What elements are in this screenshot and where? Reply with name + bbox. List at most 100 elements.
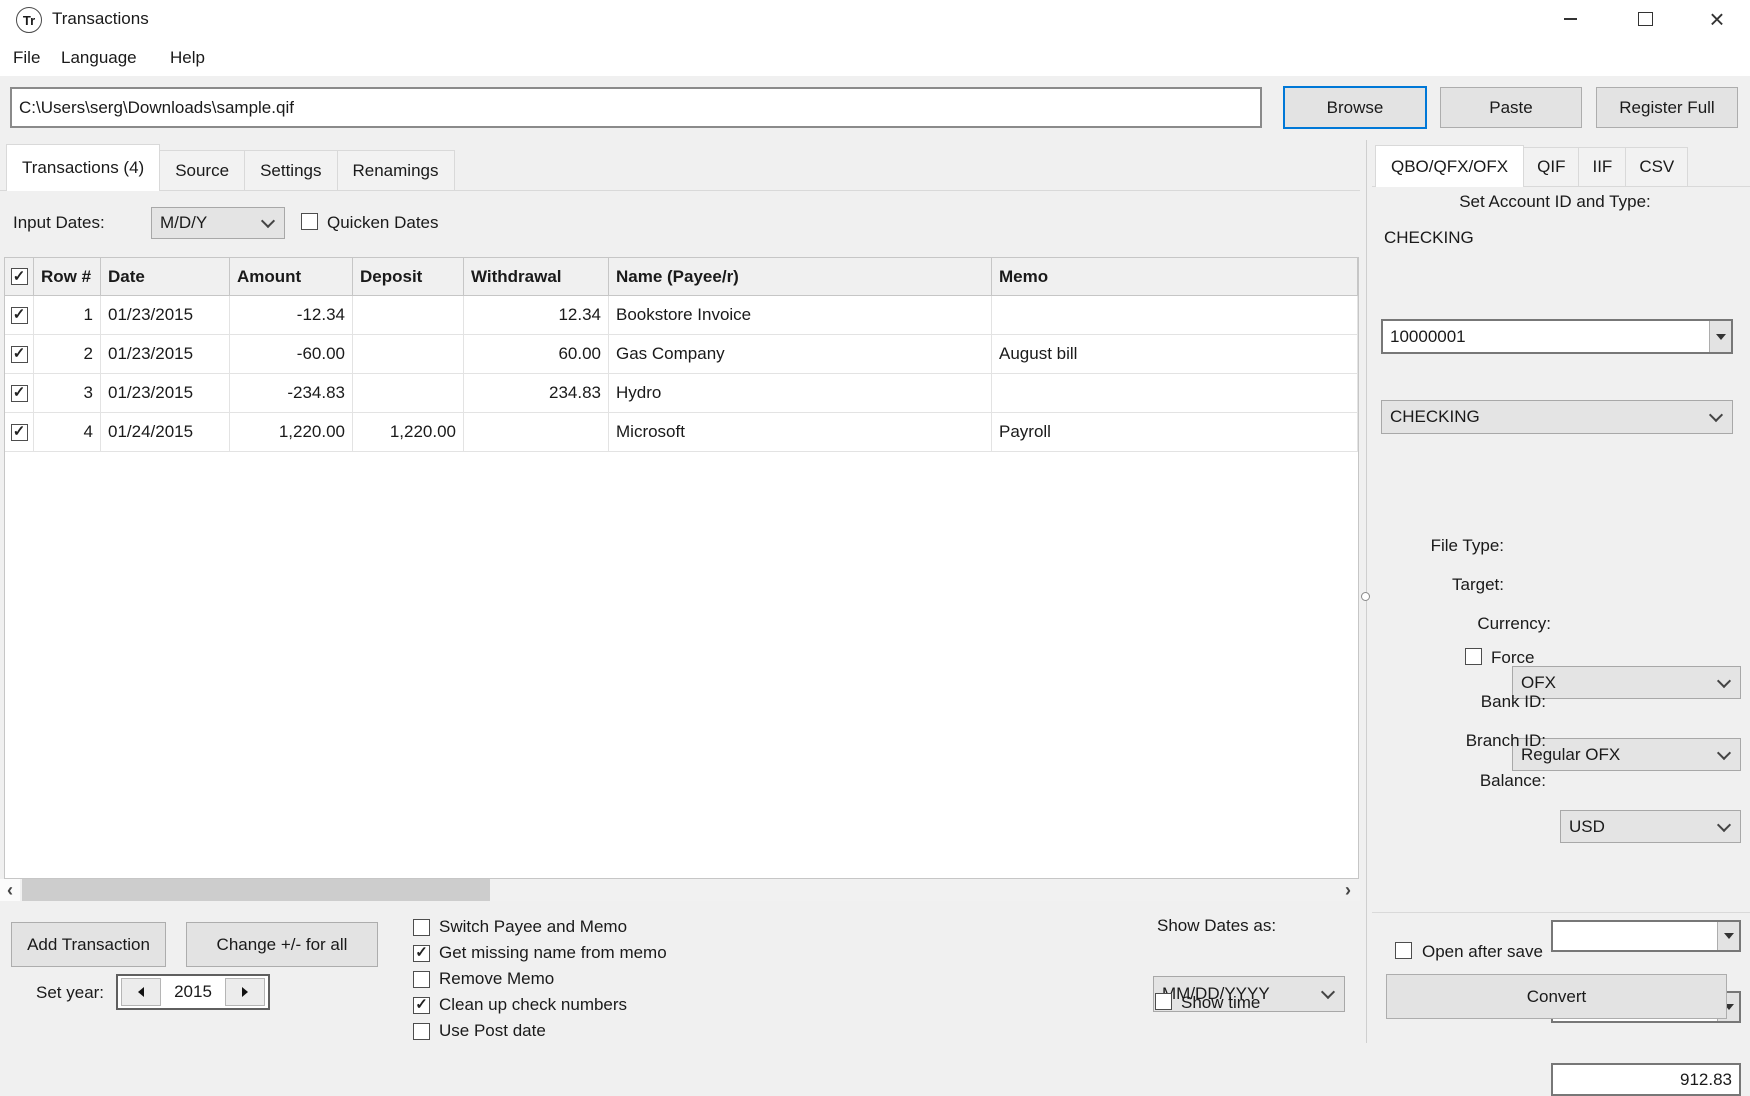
cell-deposit[interactable]: 1,220.00 [353, 413, 464, 452]
chevron-down-icon [1320, 984, 1336, 1000]
quicken-dates-checkbox[interactable] [301, 213, 318, 230]
file-type-select[interactable]: OFX [1512, 666, 1741, 699]
account-type-value: CHECKING [1390, 407, 1480, 426]
cell-name[interactable]: Hydro [609, 374, 992, 413]
cell-deposit[interactable] [353, 296, 464, 335]
tab-csv[interactable]: CSV [1626, 147, 1689, 187]
cell-deposit[interactable] [353, 335, 464, 374]
maximize-button[interactable] [1622, 0, 1668, 38]
cell-amount[interactable]: 1,220.00 [230, 413, 353, 452]
cell-name[interactable]: Bookstore Invoice [609, 296, 992, 335]
col-withdrawal: Withdrawal [464, 258, 609, 296]
minimize-button[interactable] [1547, 0, 1593, 38]
horizontal-scrollbar[interactable]: ‹ › [0, 879, 1360, 901]
scrollbar-thumb[interactable] [22, 879, 490, 901]
cell-memo[interactable]: Payroll [992, 413, 1358, 452]
year-decrement-button[interactable] [121, 978, 161, 1006]
row-checkbox[interactable] [10, 423, 28, 441]
option-label: Remove Memo [439, 969, 555, 988]
account-id-combo[interactable]: 10000001 [1381, 319, 1733, 354]
open-after-save-label: Open after save [1422, 942, 1543, 961]
cell-date[interactable]: 01/23/2015 [101, 374, 230, 413]
tab-renamings[interactable]: Renamings [337, 150, 455, 191]
row-checkbox[interactable] [10, 306, 28, 324]
cell-deposit[interactable] [353, 374, 464, 413]
cell-withdrawal[interactable]: 234.83 [464, 374, 609, 413]
option-checkbox[interactable] [413, 1022, 430, 1040]
main-tab-bar: Transactions (4) Source Settings Renamin… [6, 144, 455, 191]
tab-qif[interactable]: QIF [1524, 147, 1580, 187]
cell-row[interactable]: 2 [34, 335, 101, 374]
tab-iif[interactable]: IIF [1579, 147, 1627, 187]
option-checkbox[interactable] [413, 970, 430, 988]
year-value[interactable]: 2015 [174, 982, 212, 1002]
option-checkbox[interactable] [413, 996, 430, 1014]
show-time-checkbox[interactable] [1155, 993, 1172, 1010]
option-use-post-date[interactable]: Use Post date [413, 1018, 667, 1044]
tab-source[interactable]: Source [160, 150, 246, 191]
menu-help[interactable]: Help [170, 45, 205, 71]
table-row[interactable]: 101/23/2015-12.34 12.34Bookstore Invoice [5, 296, 1358, 335]
cell-memo[interactable] [992, 296, 1358, 335]
currency-value: USD [1569, 816, 1605, 836]
cell-memo[interactable]: August bill [992, 335, 1358, 374]
change-sign-button[interactable]: Change +/- for all [186, 922, 378, 967]
dropdown-arrow-button[interactable] [1717, 922, 1739, 950]
select-all-checkbox[interactable] [10, 268, 28, 285]
scroll-left-arrow[interactable]: ‹ [0, 879, 20, 901]
cell-date[interactable]: 01/24/2015 [101, 413, 230, 452]
date-format-select[interactable]: M/D/Y [151, 207, 285, 239]
cell-withdrawal[interactable] [464, 413, 609, 452]
dropdown-arrow-button[interactable] [1709, 321, 1731, 352]
cell-amount[interactable]: -60.00 [230, 335, 353, 374]
option-get-missing-name-from-memo[interactable]: Get missing name from memo [413, 940, 667, 966]
cell-row[interactable]: 1 [34, 296, 101, 335]
option-checkbox[interactable] [413, 918, 430, 936]
cell-name[interactable]: Gas Company [609, 335, 992, 374]
currency-select[interactable]: USD [1560, 810, 1741, 843]
menu-language[interactable]: Language [61, 45, 137, 71]
quicken-dates-label: Quicken Dates [327, 213, 439, 232]
close-button[interactable]: × [1694, 0, 1740, 38]
balance-input[interactable]: 912.83 [1551, 1063, 1741, 1096]
menu-file[interactable]: File [13, 45, 40, 71]
add-transaction-button[interactable]: Add Transaction [11, 922, 166, 967]
cell-row[interactable]: 3 [34, 374, 101, 413]
tab-qbo-qfx-ofx[interactable]: QBO/QFX/OFX [1375, 145, 1525, 187]
cell-memo[interactable] [992, 374, 1358, 413]
browse-button[interactable]: Browse [1283, 86, 1427, 129]
row-checkbox[interactable] [10, 384, 28, 402]
show-dates-label: Show Dates as: [1157, 916, 1277, 935]
row-checkbox[interactable] [10, 345, 28, 363]
option-remove-memo[interactable]: Remove Memo [413, 966, 667, 992]
cell-date[interactable]: 01/23/2015 [101, 296, 230, 335]
year-increment-button[interactable] [224, 978, 265, 1006]
cell-name[interactable]: Microsoft [609, 413, 992, 452]
option-checkbox[interactable] [413, 944, 430, 962]
open-after-save-checkbox[interactable] [1395, 942, 1412, 959]
app-icon: Tr [16, 7, 42, 33]
convert-button[interactable]: Convert [1386, 974, 1727, 1019]
cell-amount[interactable]: -234.83 [230, 374, 353, 413]
force-checkbox[interactable] [1465, 648, 1482, 665]
transactions-table: Row # Date Amount Deposit Withdrawal Nam… [4, 257, 1359, 879]
paste-button[interactable]: Paste [1440, 87, 1582, 128]
cell-row[interactable]: 4 [34, 413, 101, 452]
file-path-input[interactable] [10, 87, 1262, 128]
table-row[interactable]: 401/24/20151,220.001,220.00MicrosoftPayr… [5, 413, 1358, 452]
account-type-select[interactable]: CHECKING [1381, 400, 1733, 434]
table-row[interactable]: 301/23/2015-234.83 234.83Hydro [5, 374, 1358, 413]
cell-withdrawal[interactable]: 12.34 [464, 296, 609, 335]
cell-withdrawal[interactable]: 60.00 [464, 335, 609, 374]
table-row[interactable]: 201/23/2015-60.00 60.00Gas CompanyAugust … [5, 335, 1358, 374]
cell-date[interactable]: 01/23/2015 [101, 335, 230, 374]
register-full-button[interactable]: Register Full [1596, 87, 1738, 128]
option-clean-up-check-numbers[interactable]: Clean up check numbers [413, 992, 667, 1018]
target-select[interactable]: Regular OFX [1512, 738, 1741, 771]
scroll-right-arrow[interactable]: › [1338, 879, 1358, 901]
tab-transactions[interactable]: Transactions (4) [6, 144, 161, 191]
option-switch-payee-and-memo[interactable]: Switch Payee and Memo [413, 914, 667, 940]
tab-settings[interactable]: Settings [245, 150, 338, 191]
bank-id-combo[interactable] [1551, 920, 1741, 952]
cell-amount[interactable]: -12.34 [230, 296, 353, 335]
